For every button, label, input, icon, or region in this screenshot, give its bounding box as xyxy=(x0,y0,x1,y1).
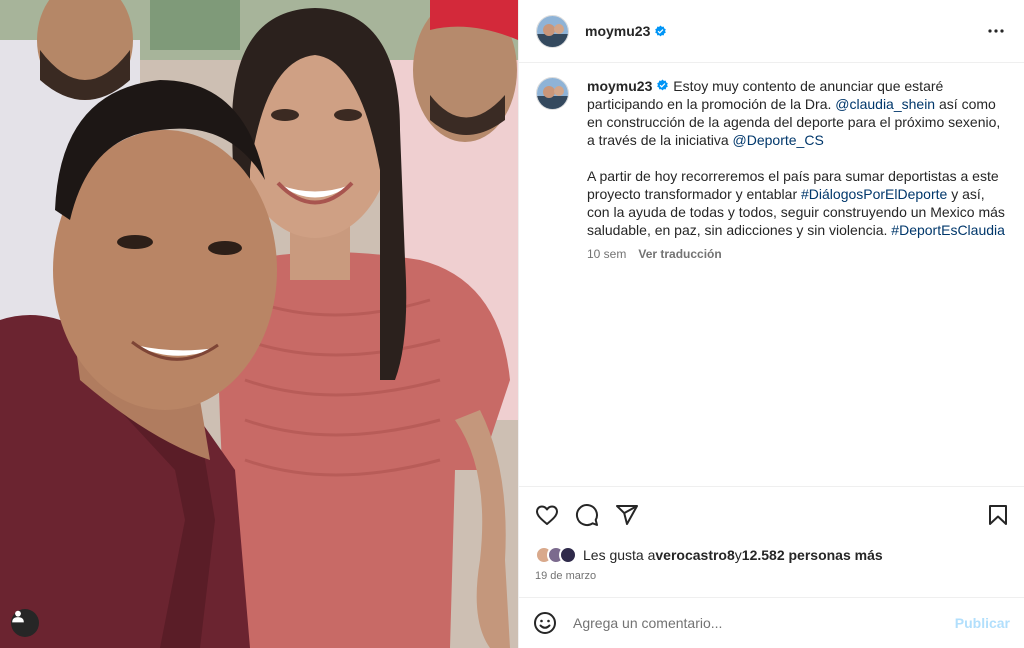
avatar-image xyxy=(537,15,568,47)
like-button[interactable] xyxy=(535,503,559,527)
heart-icon xyxy=(536,505,558,525)
liker-avatar xyxy=(559,546,577,564)
emoji-button[interactable] xyxy=(533,611,557,635)
hashtag-link[interactable]: #DiálogosPorElDeporte xyxy=(801,186,947,202)
publish-comment-button[interactable]: Publicar xyxy=(955,615,1010,631)
user-tag-icon xyxy=(12,610,24,623)
avatar-image xyxy=(537,78,568,109)
mention-link[interactable]: @claudia_shein xyxy=(835,96,935,112)
verified-badge-icon xyxy=(657,79,669,91)
likes-count-link[interactable]: 12.582 personas más xyxy=(742,547,883,563)
caption-paragraph-2: A partir de hoy recorreremos el país par… xyxy=(587,167,1007,239)
caption-row: moymu23 Estoy muy contento de anunciar q… xyxy=(536,77,1008,261)
hashtag-link[interactable]: #DeportEsClaudia xyxy=(891,222,1005,238)
likes-prefix: Les gusta a xyxy=(583,547,656,563)
comment-input[interactable] xyxy=(573,615,955,631)
comment-button[interactable] xyxy=(575,503,599,527)
caption-body: moymu23 Estoy muy contento de anunciar q… xyxy=(587,77,1007,261)
caption-author-username[interactable]: moymu23 xyxy=(587,78,652,94)
selfie-photo-illustration xyxy=(0,0,518,648)
comments-area: moymu23 Estoy muy contento de anunciar q… xyxy=(519,63,1024,486)
more-horizontal-icon xyxy=(988,29,1004,33)
post-details-panel: moymu23 moymu23 Estoy muy contento de an… xyxy=(518,0,1024,648)
save-button[interactable] xyxy=(986,503,1010,527)
bookmark-icon xyxy=(989,504,1007,525)
emoji-icon xyxy=(534,612,556,634)
see-translation-button[interactable]: Ver traducción xyxy=(638,247,721,261)
likes-connector: y xyxy=(734,547,742,563)
post-date[interactable]: 19 de marzo xyxy=(519,568,1024,592)
caption-meta: 10 sem Ver traducción xyxy=(587,247,1007,261)
author-avatar[interactable] xyxy=(536,14,569,48)
liker-avatars[interactable] xyxy=(535,546,577,564)
first-liker-username[interactable]: verocastro8 xyxy=(655,547,734,563)
instagram-post-modal: moymu23 moymu23 Estoy muy contento de an… xyxy=(0,0,1024,648)
paper-plane-icon xyxy=(616,504,638,525)
caption-paragraph-1: moymu23 Estoy muy contento de anunciar q… xyxy=(587,77,1007,149)
likes-summary: Les gusta a verocastro8 y 12.582 persona… xyxy=(519,542,1024,568)
tagged-users-button[interactable] xyxy=(11,609,39,637)
share-button[interactable] xyxy=(615,503,639,527)
add-comment-bar: Publicar xyxy=(519,597,1024,648)
mention-link[interactable]: @Deporte_CS xyxy=(733,132,824,148)
time-ago[interactable]: 10 sem xyxy=(587,247,626,261)
post-header: moymu23 xyxy=(519,0,1024,63)
post-photo[interactable] xyxy=(0,0,518,648)
action-bar xyxy=(519,486,1024,542)
author-username[interactable]: moymu23 xyxy=(585,23,650,39)
verified-badge-icon xyxy=(655,25,667,36)
comment-bubble-icon xyxy=(576,503,598,526)
more-options-button[interactable] xyxy=(984,19,1008,43)
caption-author-avatar[interactable] xyxy=(536,77,569,110)
